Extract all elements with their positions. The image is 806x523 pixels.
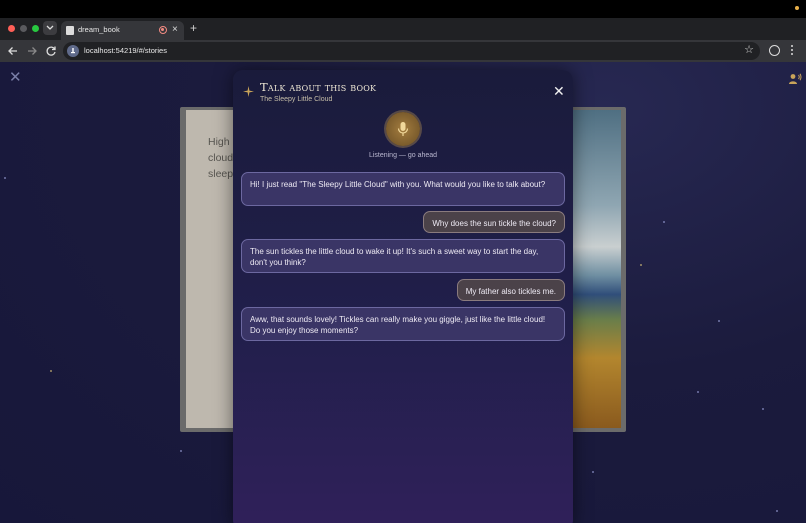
star-dot: [776, 510, 778, 512]
microphone-button[interactable]: [386, 112, 420, 146]
star-dot: [592, 471, 594, 473]
status-indicator-icon: [795, 6, 799, 10]
close-story-button[interactable]: ✕: [9, 70, 22, 85]
star-icon[interactable]: ☆: [744, 43, 754, 57]
url-text: localhost:54219/#/stories: [84, 46, 167, 55]
assistant-message: Hi! I just read "The Sleepy Little Cloud…: [241, 172, 565, 206]
site-info-button[interactable]: [67, 45, 79, 57]
tab-title: dream_book: [78, 25, 120, 34]
forward-arrow-icon[interactable]: [26, 45, 38, 57]
browser-toolbar: localhost:54219/#/stories ☆: [0, 40, 806, 62]
user-message: Why does the sun tickle the cloud?: [423, 211, 565, 233]
star-dot: [50, 370, 52, 372]
dialog-close-button[interactable]: ✕: [553, 84, 565, 98]
address-bar[interactable]: localhost:54219/#/stories ☆: [63, 42, 760, 60]
window-close-button[interactable]: [8, 25, 15, 32]
window-minimize-button[interactable]: [20, 25, 27, 32]
star-dot: [762, 408, 764, 410]
chevron-down-icon: [46, 25, 54, 30]
person-voice-icon[interactable]: [788, 72, 802, 86]
new-tab-button[interactable]: +: [190, 21, 197, 35]
star-dot: [180, 450, 182, 452]
star-dot: [663, 221, 665, 223]
site-info-icon: [71, 48, 75, 54]
window-maximize-button[interactable]: [32, 25, 39, 32]
story-page: ✕ High cloud sleep Talk about this book …: [0, 62, 806, 523]
recording-icon: [159, 26, 167, 34]
star-dot: [4, 177, 6, 179]
kebab-menu-icon[interactable]: [790, 45, 794, 57]
star-dot: [640, 264, 642, 266]
reload-icon[interactable]: [45, 45, 57, 57]
dialog-subtitle: The Sleepy Little Cloud: [260, 96, 333, 103]
listening-status: Listening — go ahead: [368, 152, 438, 159]
back-arrow-icon[interactable]: [7, 45, 19, 57]
assistant-message: The sun tickles the little cloud to wake…: [241, 239, 565, 273]
browser-tab-strip: dream_book × +: [0, 18, 806, 40]
microphone-icon: [397, 122, 409, 136]
tab-close-button[interactable]: ×: [172, 23, 178, 37]
os-top-bar: [0, 0, 806, 18]
favicon-icon: [66, 26, 74, 35]
talk-about-book-dialog: Talk about this book The Sleepy Little C…: [233, 70, 573, 523]
star-dot: [718, 320, 720, 322]
user-message: My father also tickles me.: [456, 279, 565, 301]
star-dot: [697, 391, 699, 393]
sparkle-icon: [243, 86, 254, 97]
book-illustration: [572, 110, 621, 428]
tab-search-button[interactable]: [43, 21, 57, 35]
dialog-title: Talk about this book: [260, 80, 377, 94]
assistant-message: Aww, that sounds lovely! Tickles can rea…: [241, 307, 565, 341]
profile-icon[interactable]: [769, 45, 780, 56]
browser-tab[interactable]: dream_book ×: [61, 21, 184, 40]
